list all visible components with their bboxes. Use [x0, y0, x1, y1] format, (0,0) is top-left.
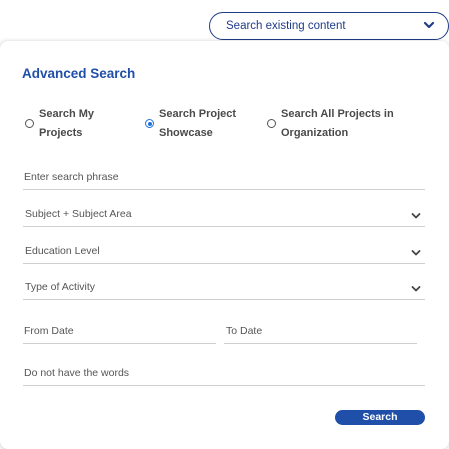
radio-label: Search My Projects [39, 105, 94, 143]
advanced-search-panel: Advanced Search Search My Projects Searc… [0, 41, 449, 449]
education-level-select-value: Education Level [25, 245, 100, 257]
radio-button-checked[interactable] [145, 119, 154, 128]
activity-type-select-value: Type of Activity [25, 281, 96, 293]
activity-type-select[interactable]: Type of Activity [23, 278, 425, 300]
radio-search-all-projects[interactable]: Search All Projects in Organization [267, 105, 394, 143]
search-button[interactable]: Search [335, 410, 425, 425]
radio-label-line2: Projects [39, 127, 83, 139]
chevron-down-icon[interactable] [422, 18, 436, 32]
to-date-placeholder: To Date [226, 325, 263, 337]
from-date-input[interactable]: From Date [23, 322, 216, 344]
radio-button[interactable] [267, 119, 276, 128]
radio-label: Search All Projects in Organization [281, 105, 394, 143]
subject-select-value: Subject + Subject Area [25, 208, 132, 220]
chevron-down-icon [411, 286, 421, 292]
chevron-down-icon [411, 213, 421, 219]
radio-label-line1: Search Project [159, 108, 237, 120]
panel-title: Advanced Search [22, 66, 136, 81]
radio-label-line1: Search All Projects in [281, 108, 394, 120]
radio-search-project-showcase[interactable]: Search Project Showcase [145, 105, 236, 143]
radio-label-line2: Organization [281, 127, 349, 139]
radio-button[interactable] [25, 119, 34, 128]
education-level-select[interactable]: Education Level [23, 242, 425, 264]
subject-select[interactable]: Subject + Subject Area [23, 205, 425, 227]
exclude-words-input[interactable]: Do not have the words [23, 364, 425, 386]
exclude-words-placeholder: Do not have the words [24, 367, 130, 379]
radio-label-line2: Showcase [159, 127, 213, 139]
search-existing-content-toggle[interactable]: Search existing content [209, 12, 449, 40]
search-phrase-input[interactable]: Enter search phrase [23, 168, 425, 190]
radio-search-my-projects[interactable]: Search My Projects [25, 105, 94, 143]
radio-label: Search Project Showcase [159, 105, 236, 143]
radio-label-line1: Search My [39, 108, 95, 120]
search-existing-content-label: Search existing content [226, 20, 346, 32]
search-phrase-placeholder: Enter search phrase [24, 171, 119, 183]
from-date-placeholder: From Date [24, 325, 74, 337]
to-date-input[interactable]: To Date [224, 322, 417, 344]
chevron-down-icon [411, 250, 421, 256]
